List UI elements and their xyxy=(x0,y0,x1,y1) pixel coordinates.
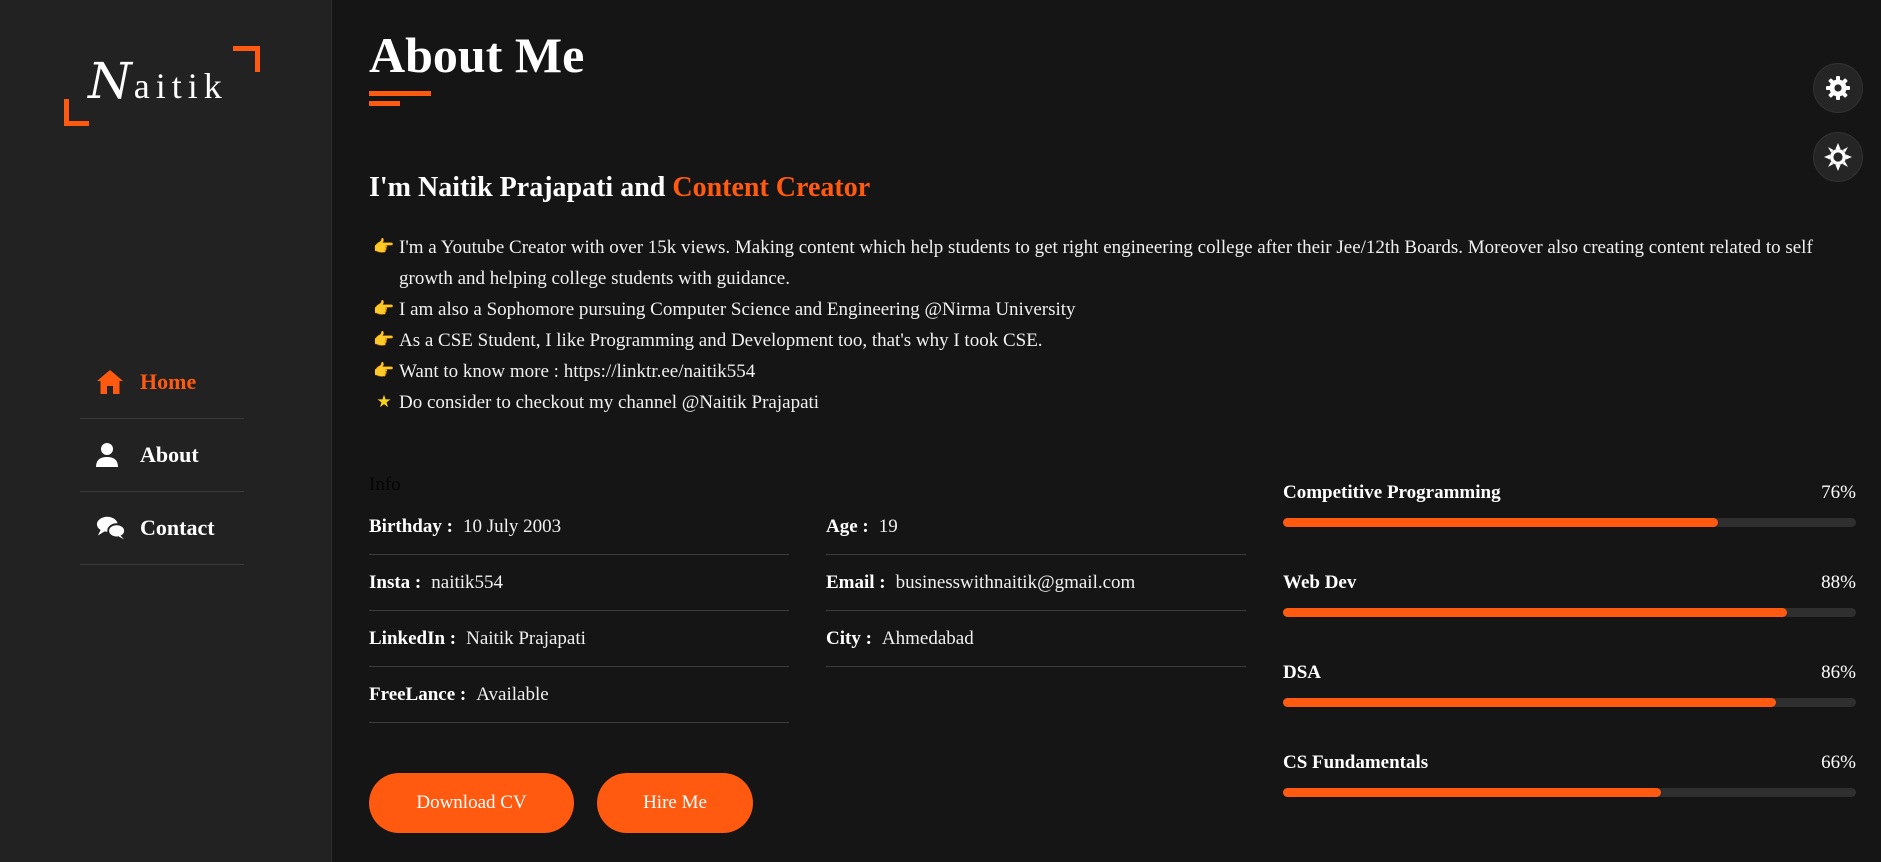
pointing-hand-icon: 👉 xyxy=(373,330,395,350)
info-key: Email : xyxy=(826,571,886,593)
skill-name: Web Dev xyxy=(1283,572,1357,593)
settings-button[interactable] xyxy=(1813,63,1863,113)
hire-me-button[interactable]: Hire Me xyxy=(597,773,753,833)
bio-item: 👉 I'm a Youtube Creator with over 15k vi… xyxy=(369,232,1849,294)
main-nav: Home About Contact xyxy=(80,346,244,565)
about-section: About Me I'm Naitik Prajapati and Conten… xyxy=(369,0,1859,862)
skill-progress-track xyxy=(1283,608,1856,617)
logo-rest: aitik xyxy=(133,66,228,106)
star-icon: ★ xyxy=(376,392,392,412)
intro-prefix: I'm Naitik Prajapati and xyxy=(369,172,673,203)
bio-text: I am also a Sophomore pursuing Computer … xyxy=(399,299,1076,320)
info-column-right: Age : 19 Email : businesswithnaitik@gmai… xyxy=(826,499,1246,667)
nav-item-about[interactable]: About xyxy=(80,419,244,492)
logo[interactable]: Naitik xyxy=(64,46,260,126)
logo-corner-top-right xyxy=(233,46,260,72)
bio-text: I'm a Youtube Creator with over 15k view… xyxy=(399,237,1813,289)
skill-progress-track xyxy=(1283,698,1856,707)
sun-icon xyxy=(1824,143,1852,171)
pointing-hand-icon: 👉 xyxy=(373,299,395,319)
skill-item: Web Dev 88% xyxy=(1283,572,1856,662)
intro-highlight: Content Creator xyxy=(672,172,871,203)
skill-name: DSA xyxy=(1283,662,1322,683)
nav-label-home: Home xyxy=(140,369,197,394)
info-row-email: Email : businesswithnaitik@gmail.com xyxy=(826,555,1246,611)
pointing-hand-icon: 👉 xyxy=(373,361,395,381)
info-value: naitik554 xyxy=(431,571,504,593)
info-row-city: City : Ahmedabad xyxy=(826,611,1246,667)
info-row-birthday: Birthday : 10 July 2003 xyxy=(369,499,789,555)
skill-name: CS Fundamentals xyxy=(1283,752,1429,773)
skill-item: Competitive Programming 76% xyxy=(1283,482,1856,572)
info-row-linkedin: LinkedIn : Naitik Prajapati xyxy=(369,611,789,667)
bio-item: 👉 I am also a Sophomore pursuing Compute… xyxy=(369,294,1849,325)
nav-item-home[interactable]: Home xyxy=(80,346,244,419)
info-value: Available xyxy=(476,683,549,705)
skill-progress-fill xyxy=(1283,518,1719,527)
action-buttons: Download CV Hire Me xyxy=(369,773,753,833)
skill-percent: 76% xyxy=(1821,482,1856,503)
bio-text: Do consider to checkout my channel @Nait… xyxy=(399,392,820,413)
skill-item: DSA 86% xyxy=(1283,662,1856,752)
home-icon xyxy=(96,367,126,397)
bio-item: 👉 Want to know more : https://linktr.ee/… xyxy=(369,356,1849,387)
info-value: Ahmedabad xyxy=(881,627,974,649)
skill-progress-track xyxy=(1283,788,1856,797)
info-key: FreeLance : xyxy=(369,683,467,705)
logo-text: Naitik xyxy=(88,52,228,110)
skill-percent: 86% xyxy=(1821,662,1856,683)
info-value: 19 xyxy=(878,515,898,537)
skill-progress-track xyxy=(1283,518,1856,527)
info-key: Insta : xyxy=(369,571,422,593)
nav-label-contact: Contact xyxy=(140,515,215,540)
title-underline-long xyxy=(369,91,431,96)
info-value: Naitik Prajapati xyxy=(466,627,586,649)
info-key: LinkedIn : xyxy=(369,627,457,649)
info-row-insta: Insta : naitik554 xyxy=(369,555,789,611)
gear-icon xyxy=(1826,76,1850,100)
skill-item: CS Fundamentals 66% xyxy=(1283,752,1856,842)
skills-list: Competitive Programming 76% Web Dev 88% … xyxy=(1283,482,1856,842)
nav-label-about: About xyxy=(140,442,199,467)
info-row-freelance: FreeLance : Available xyxy=(369,667,789,723)
logo-initial: N xyxy=(88,52,134,110)
pointing-hand-icon: 👉 xyxy=(373,237,395,257)
sidebar: Naitik Home About Contact xyxy=(0,0,332,862)
info-key: Birthday : xyxy=(369,515,453,537)
logo-corner-bottom-left xyxy=(64,99,89,126)
bio-item: ★ Do consider to checkout my channel @Na… xyxy=(369,387,1849,418)
bio-item: 👉 As a CSE Student, I like Programming a… xyxy=(369,325,1849,356)
skill-progress-fill xyxy=(1283,698,1776,707)
chat-icon xyxy=(96,513,126,543)
info-key: City : xyxy=(826,627,872,649)
skill-percent: 66% xyxy=(1821,752,1856,773)
bio-text: Want to know more : https://linktr.ee/na… xyxy=(399,361,756,382)
info-row-age: Age : 19 xyxy=(826,499,1246,555)
info-value: 10 July 2003 xyxy=(462,515,562,537)
info-label: Info xyxy=(369,474,401,495)
skill-percent: 88% xyxy=(1821,572,1856,593)
info-column-left: Birthday : 10 July 2003 Insta : naitik55… xyxy=(369,499,789,723)
title-underline-short xyxy=(369,101,400,106)
nav-item-contact[interactable]: Contact xyxy=(80,492,244,565)
intro-heading: I'm Naitik Prajapati and Content Creator xyxy=(369,172,870,204)
page-title: About Me xyxy=(369,27,585,83)
info-key: Age : xyxy=(826,515,869,537)
bio-list: 👉 I'm a Youtube Creator with over 15k vi… xyxy=(369,232,1849,418)
info-value: businesswithnaitik@gmail.com xyxy=(895,571,1136,593)
skill-name: Competitive Programming xyxy=(1283,482,1501,503)
download-cv-button[interactable]: Download CV xyxy=(369,773,574,833)
skill-progress-fill xyxy=(1283,788,1662,797)
skill-progress-fill xyxy=(1283,608,1788,617)
user-icon xyxy=(96,440,126,470)
bio-text: As a CSE Student, I like Programming and… xyxy=(399,330,1043,351)
theme-toggle-button[interactable] xyxy=(1813,132,1863,182)
